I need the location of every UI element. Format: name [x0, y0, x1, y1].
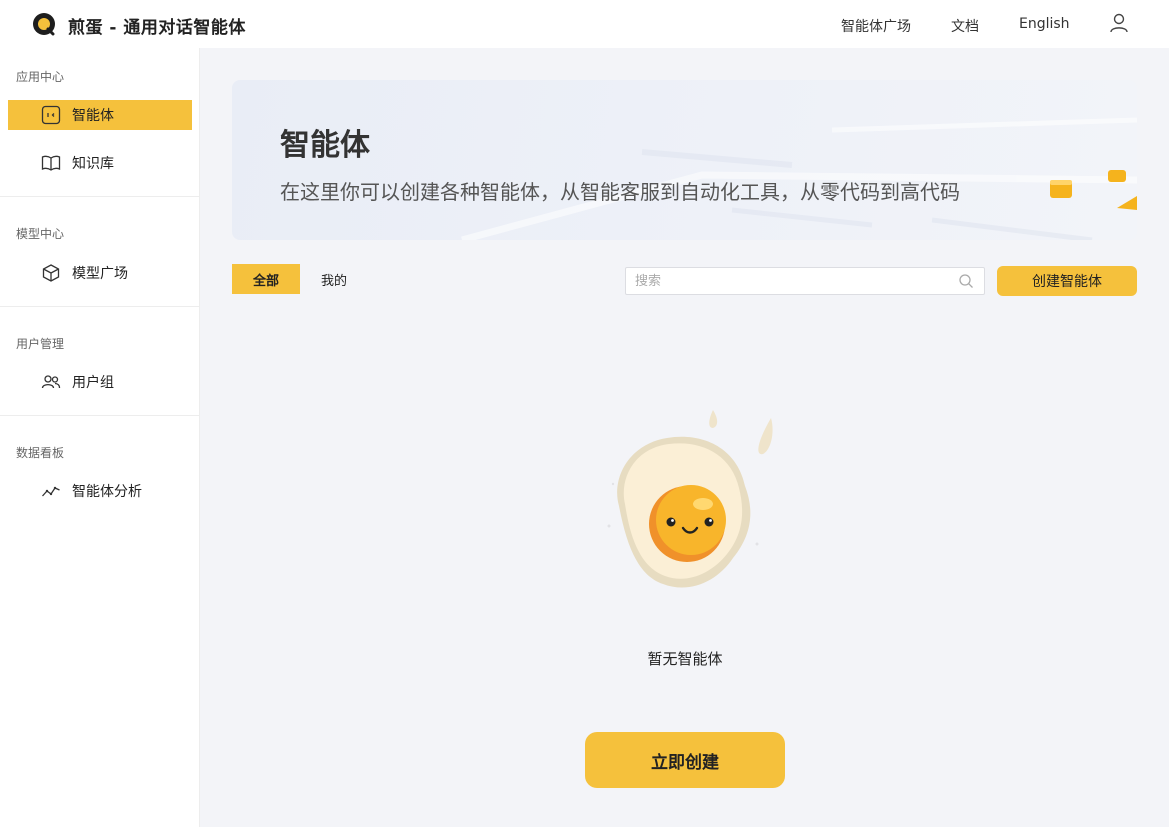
- sidebar-section-title: 数据看板: [16, 446, 65, 460]
- sidebar-divider: [0, 196, 199, 197]
- sidebar-item-label: 用户组: [72, 375, 114, 391]
- sidebar-item-agents[interactable]: 智能体: [8, 100, 192, 130]
- users-icon: [41, 372, 61, 392]
- tab-all[interactable]: 全部: [232, 264, 300, 294]
- tab-mine[interactable]: 我的: [300, 264, 368, 294]
- user-icon[interactable]: [1108, 12, 1130, 34]
- search-box: [625, 267, 985, 295]
- egg-logo-icon[interactable]: [32, 12, 56, 36]
- sidebar-section-title: 应用中心: [16, 70, 65, 84]
- trend-icon: [41, 481, 61, 501]
- empty-state-text: 暂无智能体: [647, 650, 723, 668]
- sidebar-divider: [0, 306, 199, 307]
- sidebar-item-label: 模型广场: [72, 266, 128, 282]
- sidebar-item-model-plaza[interactable]: 模型广场: [8, 258, 192, 288]
- agent-icon: [41, 105, 61, 125]
- sidebar-item-user-groups[interactable]: 用户组: [8, 367, 192, 397]
- sidebar-item-label: 智能体: [72, 108, 114, 124]
- fried-egg-illustration: [607, 410, 773, 588]
- banner-title: 智能体: [280, 128, 370, 163]
- nav-agent-plaza[interactable]: 智能体广场: [841, 16, 911, 36]
- filter-tabs: 全部 我的: [232, 264, 368, 294]
- banner-subtitle: 在这里你可以创建各种智能体，从智能客服到自动化工具，从零代码到高代码: [280, 180, 960, 204]
- sidebar-item-knowledge-base[interactable]: 知识库: [8, 148, 192, 178]
- search-icon[interactable]: [958, 273, 974, 289]
- nav-docs[interactable]: 文档: [951, 16, 979, 36]
- search-input[interactable]: [626, 268, 958, 294]
- sidebar-item-label: 智能体分析: [72, 484, 142, 500]
- sidebar-section-title: 模型中心: [16, 227, 65, 241]
- cube-icon: [41, 263, 61, 283]
- app-title: 煎蛋 - 通用对话智能体: [68, 18, 246, 38]
- sidebar: 应用中心 智能体 知识库 模型中心 模型广场 用户管理 用户组 数据看板 智能体…: [0, 48, 200, 827]
- create-agent-button[interactable]: 创建智能体: [997, 266, 1137, 296]
- top-bar: 煎蛋 - 通用对话智能体 智能体广场 文档 English: [0, 0, 1169, 48]
- hero-banner: 智能体 在这里你可以创建各种智能体，从智能客服到自动化工具，从零代码到高代码: [232, 80, 1137, 240]
- sidebar-section-title: 用户管理: [16, 337, 65, 351]
- sidebar-divider: [0, 415, 199, 416]
- book-icon: [41, 153, 61, 173]
- sidebar-item-label: 知识库: [72, 156, 114, 172]
- create-now-button[interactable]: 立即创建: [585, 732, 785, 788]
- sidebar-item-agent-analytics[interactable]: 智能体分析: [8, 476, 192, 506]
- nav-language[interactable]: English: [1019, 16, 1070, 32]
- main-content: 智能体 在这里你可以创建各种智能体，从智能客服到自动化工具，从零代码到高代码 全…: [200, 48, 1169, 827]
